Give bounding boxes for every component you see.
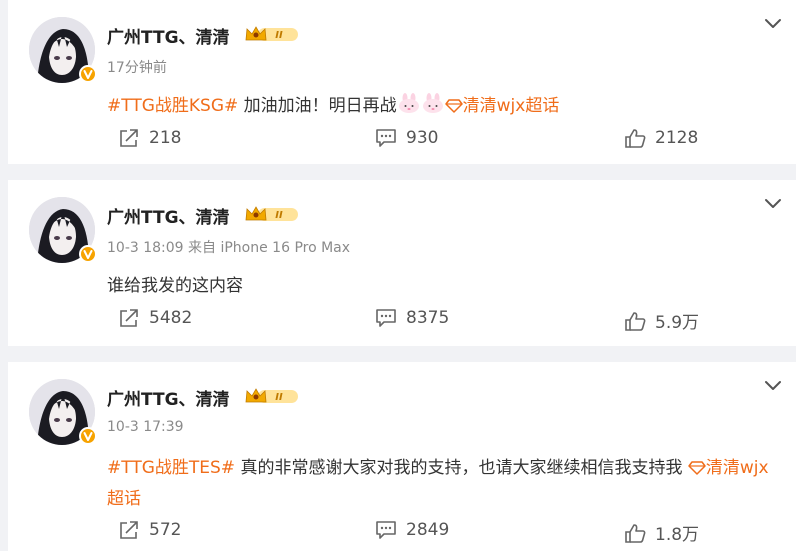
- verified-badge-icon: [79, 65, 97, 83]
- like-count: 5.9万: [655, 313, 700, 333]
- post-time[interactable]: 10-3 17:39: [107, 419, 184, 435]
- bunny-emoji-icon: [398, 93, 419, 113]
- comment-icon: [376, 309, 396, 327]
- post-body: 真的非常感谢大家对我的支持，也请大家继续相信我支持我: [235, 458, 688, 478]
- share-count: 5482: [149, 308, 193, 328]
- post-text: #TTG战胜TES# 真的非常感谢大家对我的支持，也请大家继续相信我支持我 清清…: [107, 453, 777, 515]
- like-button[interactable]: 1.8万: [624, 520, 699, 545]
- crown-badge-icon[interactable]: II: [244, 204, 300, 228]
- post-card: 广州TTG、清清 II 10-3 17:39 #TTG战胜TES# 真的非常感谢…: [8, 362, 796, 551]
- thumbs-up-icon: [625, 129, 646, 148]
- share-count: 572: [149, 520, 182, 540]
- comment-button[interactable]: 930: [375, 128, 438, 148]
- post-body: 谁给我发的这内容: [107, 276, 243, 296]
- author-name[interactable]: 广州TTG、清清: [107, 385, 230, 410]
- share-button[interactable]: 572: [118, 520, 181, 540]
- action-bar: 5482 8375 5.9万: [8, 308, 796, 336]
- chevron-down-icon[interactable]: [764, 194, 782, 213]
- post-card: 广州TTG、清清 II 17分钟前 #TTG战胜KSG# 加油加油！明日再战 清…: [8, 0, 796, 164]
- like-count: 1.8万: [655, 525, 700, 545]
- super-topic-link[interactable]: 清清wjx超话: [463, 96, 560, 116]
- verified-badge-icon: [79, 427, 97, 445]
- share-button[interactable]: 218: [118, 128, 181, 148]
- comment-button[interactable]: 2849: [375, 520, 449, 540]
- comment-count: 2849: [406, 520, 450, 540]
- hashtag-link[interactable]: #TTG战胜KSG#: [107, 96, 238, 116]
- hashtag-link[interactable]: #TTG战胜TES#: [107, 458, 235, 478]
- chevron-down-icon[interactable]: [764, 376, 782, 395]
- share-button[interactable]: 5482: [118, 308, 192, 328]
- post-time[interactable]: 10-3 18:09 来自 iPhone 16 Pro Max: [107, 237, 350, 257]
- like-button[interactable]: 5.9万: [624, 308, 699, 333]
- thumbs-up-icon: [625, 523, 646, 543]
- svg-text:II: II: [275, 210, 283, 221]
- svg-text:II: II: [275, 30, 283, 41]
- verified-badge-icon: [79, 245, 97, 263]
- action-bar: 218 930 2128: [8, 128, 796, 156]
- chevron-down-icon[interactable]: [764, 14, 782, 33]
- share-icon: [120, 521, 138, 539]
- diamond-icon: [444, 99, 463, 113]
- comment-icon: [376, 129, 396, 147]
- post-card: 广州TTG、清清 II 10-3 18:09 来自 iPhone 16 Pro …: [8, 180, 796, 346]
- comment-count: 930: [406, 128, 439, 148]
- post-text: 谁给我发的这内容: [107, 271, 777, 302]
- post-time[interactable]: 17分钟前: [107, 57, 167, 77]
- svg-text:II: II: [275, 392, 283, 403]
- author-name[interactable]: 广州TTG、清清: [107, 23, 230, 48]
- author-name[interactable]: 广州TTG、清清: [107, 203, 230, 228]
- like-button[interactable]: 2128: [624, 128, 698, 148]
- like-count: 2128: [655, 128, 699, 148]
- comment-count: 8375: [406, 308, 450, 328]
- crown-badge-icon[interactable]: II: [244, 24, 300, 48]
- share-count: 218: [149, 128, 182, 148]
- comment-button[interactable]: 8375: [375, 308, 449, 328]
- comment-icon: [376, 521, 396, 539]
- post-text: #TTG战胜KSG# 加油加油！明日再战 清清wjx超话: [107, 91, 777, 122]
- action-bar: 572 2849 1.8万: [8, 520, 796, 548]
- post-body: 加油加油！明日再战: [238, 96, 397, 116]
- bunny-emoji-icon: [422, 93, 443, 113]
- share-icon: [120, 129, 138, 147]
- crown-badge-icon[interactable]: II: [244, 386, 300, 410]
- diamond-icon: [688, 461, 706, 475]
- thumbs-up-icon: [625, 311, 646, 331]
- share-icon: [120, 309, 138, 327]
